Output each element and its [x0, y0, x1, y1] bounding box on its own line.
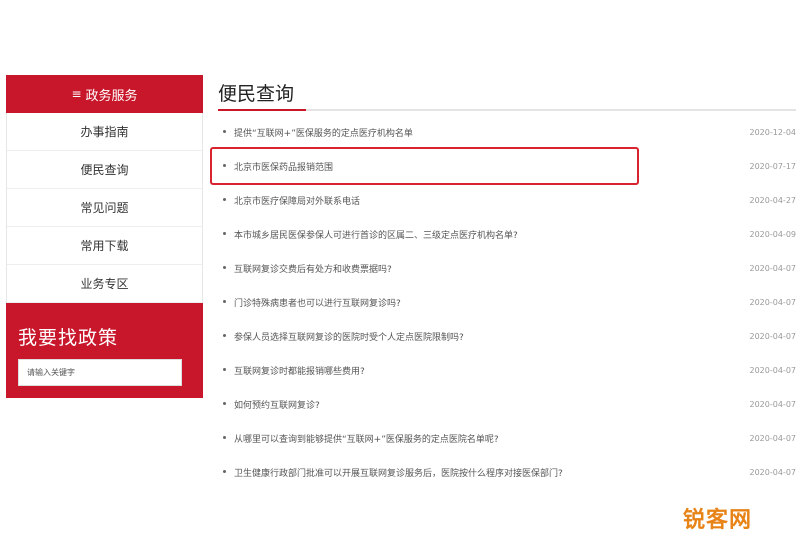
sidebar: ≡ 政务服务 办事指南 便民查询 常见问题 常用下载 业务专区 我要找政策	[6, 75, 203, 398]
sidebar-item-label: 便民查询	[80, 163, 129, 177]
list-item-date: 2020-04-07	[749, 433, 797, 443]
sidebar-item-label: 业务专区	[80, 277, 129, 291]
bullet-icon	[223, 232, 226, 235]
bullet-icon	[223, 198, 226, 201]
list-item[interactable]: 参保人员选择互联网复诊的医院时受个人定点医院限制吗? 2020-04-07	[218, 319, 796, 353]
list-item[interactable]: 门诊特殊病患者也可以进行互联网复诊吗? 2020-04-07	[218, 285, 796, 319]
sidebar-item-faq[interactable]: 常见问题	[7, 189, 202, 227]
sidebar-header-label: 政务服务	[85, 88, 138, 104]
sidebar-item-label: 常见问题	[80, 201, 129, 215]
list-item[interactable]: 本市城乡居民医保参保人可进行首诊的区属二、三级定点医疗机构名单? 2020-04-…	[218, 217, 796, 251]
policy-search-input[interactable]	[18, 359, 182, 386]
list-item-link[interactable]: 本市城乡居民医保参保人可进行首诊的区属二、三级定点医疗机构名单?	[234, 228, 518, 241]
bullet-icon	[223, 334, 226, 337]
list-item[interactable]: 从哪里可以查询到能够提供“互联网+”医保服务的定点医院名单呢? 2020-04-0…	[218, 421, 796, 455]
bullet-icon	[223, 470, 226, 473]
list-item-link[interactable]: 参保人员选择互联网复诊的医院时受个人定点医院限制吗?	[234, 330, 464, 343]
list-item-link[interactable]: 如何预约互联网复诊?	[234, 398, 320, 411]
list-item-link[interactable]: 提供“互联网+”医保服务的定点医疗机构名单	[234, 126, 413, 139]
list-item[interactable]: 如何预约互联网复诊? 2020-04-07	[218, 387, 796, 421]
list-item-date: 2020-04-07	[749, 297, 797, 307]
sidebar-header[interactable]: ≡ 政务服务	[6, 75, 203, 113]
highlight-box	[210, 147, 639, 185]
page-title: 便民查询	[218, 83, 295, 105]
sidebar-item-label: 办事指南	[80, 125, 129, 139]
sidebar-item-label: 常用下载	[80, 239, 129, 253]
bullet-icon	[223, 300, 226, 303]
list-item-date: 2020-04-07	[749, 399, 797, 409]
policy-search-box: 我要找政策	[6, 303, 203, 398]
sidebar-item-guide[interactable]: 办事指南	[7, 113, 202, 151]
list-item[interactable]: 互联网复诊时都能报销哪些费用? 2020-04-07	[218, 353, 796, 387]
section-header: 便民查询	[218, 75, 796, 111]
list-item[interactable]: 北京市医疗保障局对外联系电话 2020-04-27	[218, 183, 796, 217]
list-item-link[interactable]: 门诊特殊病患者也可以进行互联网复诊吗?	[234, 296, 401, 309]
list-item-link[interactable]: 卫生健康行政部门批准可以开展互联网复诊服务后，医院按什么程序对接医保部门?	[234, 466, 563, 479]
bullet-icon	[223, 368, 226, 371]
sidebar-item-convenience-query[interactable]: 便民查询	[7, 151, 202, 189]
list-item-link[interactable]: 北京市医疗保障局对外联系电话	[234, 194, 360, 207]
list-item-date: 2020-07-17	[749, 161, 797, 171]
watermark-logo: 锐客网	[682, 508, 752, 533]
list-item-date: 2020-04-09	[749, 229, 797, 239]
list-item[interactable]: 互联网复诊交费后有处方和收费票据吗? 2020-04-07	[218, 251, 796, 285]
list-item-date: 2020-12-04	[749, 127, 797, 137]
list-item-link[interactable]: 从哪里可以查询到能够提供“互联网+”医保服务的定点医院名单呢?	[234, 432, 499, 445]
sidebar-menu: 办事指南 便民查询 常见问题 常用下载 业务专区	[6, 113, 203, 303]
sidebar-item-downloads[interactable]: 常用下载	[7, 227, 202, 265]
sidebar-item-business-zone[interactable]: 业务专区	[7, 265, 202, 303]
list-item-date: 2020-04-27	[749, 195, 797, 205]
list-item[interactable]: 卫生健康行政部门批准可以开展互联网复诊服务后，医院按什么程序对接医保部门? 202…	[218, 455, 796, 489]
bullet-icon	[223, 436, 226, 439]
list-item-link[interactable]: 互联网复诊时都能报销哪些费用?	[234, 364, 365, 377]
main-content: 便民查询 提供“互联网+”医保服务的定点医疗机构名单 2020-12-04 北京市…	[218, 75, 796, 479]
list-item-date: 2020-04-07	[749, 263, 797, 273]
bullet-icon	[223, 402, 226, 405]
title-underline	[218, 109, 306, 111]
list-item-link[interactable]: 互联网复诊交费后有处方和收费票据吗?	[234, 262, 392, 275]
policy-search-title: 我要找政策	[18, 327, 119, 349]
list-item-date: 2020-04-07	[749, 365, 797, 375]
bullet-icon	[223, 130, 226, 133]
list-item-date: 2020-04-07	[749, 467, 797, 477]
list-item[interactable]: 提供“互联网+”医保服务的定点医疗机构名单 2020-12-04	[218, 115, 796, 149]
menu-icon: ≡	[71, 87, 82, 101]
list-item-date: 2020-04-07	[749, 331, 797, 341]
bullet-icon	[223, 266, 226, 269]
